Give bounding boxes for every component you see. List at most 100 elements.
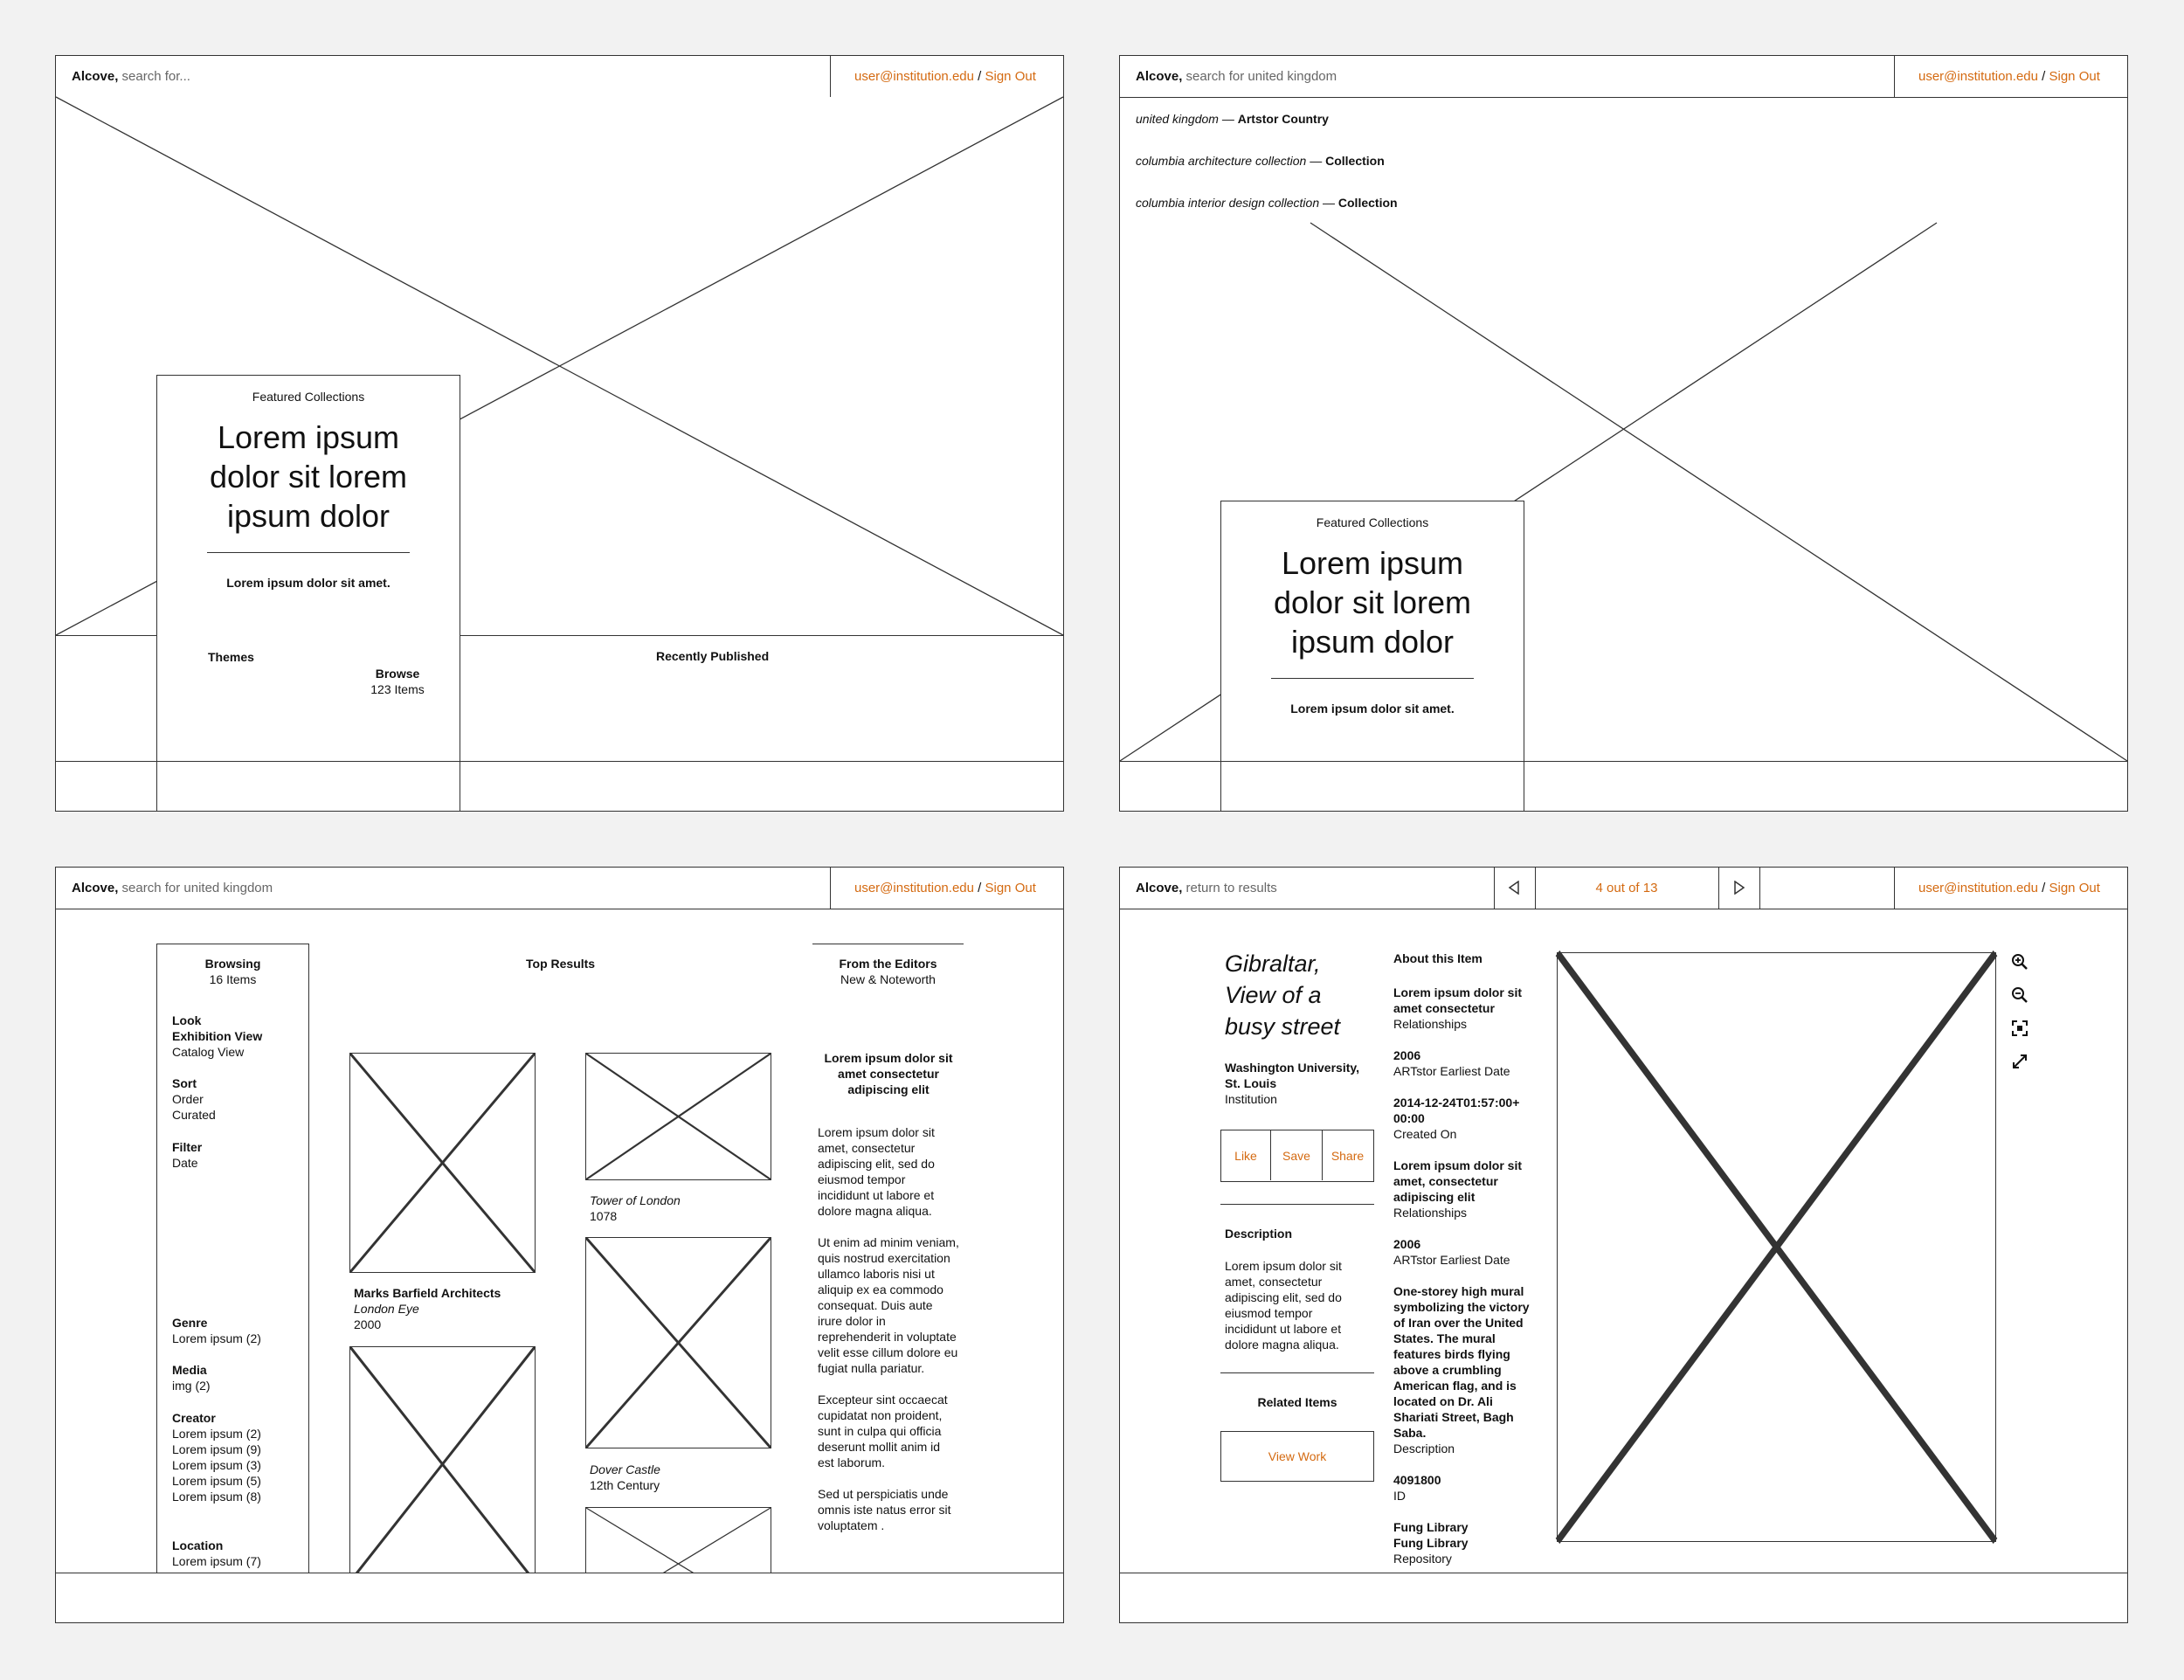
- next-button[interactable]: [1718, 868, 1759, 909]
- suggestion-item[interactable]: united kingdom — Artstor Country: [1136, 111, 1329, 127]
- brand: Alcove,: [1136, 69, 1183, 84]
- filter-option[interactable]: Date: [172, 1155, 202, 1171]
- sort-group: Sort Order Curated: [172, 1075, 216, 1123]
- suggestion-item[interactable]: columbia architecture collection — Colle…: [1136, 153, 1385, 169]
- genre-group: Genre Lorem ipsum (2): [172, 1315, 261, 1346]
- prev-button[interactable]: [1494, 868, 1535, 909]
- genre-option[interactable]: Lorem ipsum (2): [172, 1331, 261, 1346]
- recently-published[interactable]: Recently Published: [656, 648, 769, 664]
- signout-link[interactable]: Sign Out: [2049, 69, 2100, 84]
- signout-link[interactable]: Sign Out: [2049, 881, 2100, 895]
- save-button[interactable]: Save: [1271, 1130, 1323, 1180]
- field-value: One-storey high mural symbolizing the vi…: [1393, 1284, 1530, 1440]
- creator-option[interactable]: Lorem ipsum (5): [172, 1473, 261, 1489]
- browse-link[interactable]: Browse 123 Items: [358, 666, 437, 697]
- result-date: 2000: [354, 1317, 382, 1331]
- field-value: 2006: [1393, 1237, 1421, 1251]
- suggestion-dash: —: [1310, 154, 1323, 168]
- account: user@institution.edu / Sign Out: [854, 881, 1036, 896]
- genre-heading: Genre: [172, 1316, 208, 1330]
- user-link[interactable]: user@institution.edu: [1918, 881, 2038, 895]
- themes-link[interactable]: Themes: [208, 649, 254, 665]
- search-bar[interactable]: Alcove, search for united kingdom: [1136, 69, 1337, 85]
- creator-option[interactable]: Lorem ipsum (2): [172, 1426, 261, 1441]
- return-link[interactable]: return to results: [1186, 881, 1277, 895]
- result-image-placeholder[interactable]: [349, 1345, 536, 1583]
- featured-subtitle: Lorem ipsum dolor sit amet.: [1290, 702, 1455, 716]
- fit-screen-icon[interactable]: [2011, 1020, 2028, 1037]
- result-caption[interactable]: Dover Castle 12th Century: [590, 1462, 660, 1493]
- user-link[interactable]: user@institution.edu: [1918, 69, 2038, 84]
- user-link[interactable]: user@institution.edu: [854, 881, 974, 895]
- metadata-list: Lorem ipsum dolor sit amet consectetur Re…: [1393, 985, 1533, 1566]
- search-input[interactable]: search for...: [122, 69, 190, 84]
- look-option[interactable]: Exhibition View: [172, 1028, 262, 1044]
- result-title: Dover Castle: [590, 1462, 660, 1476]
- metadata-field: Lorem ipsum dolor sit amet consectetur Re…: [1393, 985, 1533, 1032]
- suggestion-type: Artstor Country: [1237, 112, 1329, 126]
- view-work-button[interactable]: View Work: [1220, 1431, 1374, 1482]
- divider: [1894, 868, 1895, 909]
- zoom-out-icon[interactable]: [2011, 986, 2028, 1004]
- result-caption[interactable]: Tower of London 1078: [590, 1193, 681, 1224]
- browsing-header: Browsing 16 Items: [157, 956, 308, 987]
- suggestion-type: Collection: [1337, 196, 1398, 210]
- user-link[interactable]: user@institution.edu: [854, 69, 974, 84]
- result-image-placeholder[interactable]: [349, 1052, 536, 1274]
- look-option[interactable]: Catalog View: [172, 1044, 262, 1060]
- editors-paragraph: Sed ut perspiciatis unde omnis iste natu…: [818, 1487, 951, 1532]
- creator-option[interactable]: Lorem ipsum (8): [172, 1489, 261, 1504]
- separator: /: [2042, 881, 2046, 895]
- field-label: Description: [1393, 1441, 1455, 1455]
- field-label: ARTstor Earliest Date: [1393, 1064, 1510, 1078]
- suggestion-item[interactable]: columbia interior design collection — Co…: [1136, 195, 1398, 211]
- featured-card[interactable]: Featured Collections Lorem ipsum dolor s…: [1220, 501, 1524, 811]
- divider: [1894, 56, 1895, 97]
- signout-link[interactable]: Sign Out: [985, 69, 1036, 84]
- editors-heading[interactable]: Lorem ipsum dolor sit amet consectetur a…: [818, 1050, 959, 1097]
- search-input[interactable]: search for united kingdom: [122, 881, 273, 895]
- creator-option[interactable]: Lorem ipsum (3): [172, 1457, 261, 1473]
- rule: [1220, 1204, 1374, 1205]
- editors-subtitle: New & Noteworth: [840, 972, 936, 986]
- zoom-in-icon[interactable]: [2011, 953, 2028, 971]
- item-image-placeholder[interactable]: [1555, 950, 1998, 1545]
- browse-label: Browse: [375, 667, 420, 681]
- location-group: Location Lorem ipsum (7): [172, 1538, 261, 1569]
- editors-title: From the Editors: [839, 957, 937, 971]
- location-option[interactable]: Lorem ipsum (7): [172, 1553, 261, 1569]
- browsing-label: Browsing: [204, 957, 261, 971]
- sort-option[interactable]: Order: [172, 1091, 216, 1107]
- search-bar[interactable]: Alcove, search for united kingdom: [72, 881, 273, 896]
- field-value: 2014-12-24T01:57:00+ 00:00: [1393, 1096, 1520, 1125]
- search-bar[interactable]: Alcove, search for...: [72, 69, 190, 85]
- field-value: Fung Library Fung Library: [1393, 1520, 1469, 1550]
- fullscreen-icon[interactable]: [2011, 1053, 2028, 1070]
- featured-title: Lorem ipsum dolor sit lorem ipsum dolor: [209, 419, 408, 534]
- suggestion-dash: —: [1221, 112, 1234, 126]
- featured-card[interactable]: Featured Collections Lorem ipsum dolor s…: [156, 375, 460, 811]
- search-input[interactable]: search for united kingdom: [1186, 69, 1337, 84]
- brand: Alcove,: [72, 69, 119, 84]
- metadata-field: One-storey high mural symbolizing the vi…: [1393, 1283, 1533, 1456]
- editors-header: From the Editors New & Noteworth: [812, 956, 964, 987]
- share-button[interactable]: Share: [1323, 1130, 1372, 1180]
- suggestion-dash: —: [1323, 196, 1335, 210]
- result-image-placeholder[interactable]: [585, 1236, 771, 1449]
- look-group: Look Exhibition View Catalog View: [172, 1013, 262, 1060]
- result-date: 12th Century: [590, 1478, 660, 1492]
- creator-option[interactable]: Lorem ipsum (9): [172, 1441, 261, 1457]
- media-option[interactable]: img (2): [172, 1378, 211, 1393]
- filter-sidebar: Browsing 16 Items Look Exhibition View C…: [156, 944, 309, 1573]
- result-caption[interactable]: Marks Barfield Architects London Eye 200…: [354, 1285, 501, 1332]
- result-image-placeholder[interactable]: [585, 1053, 771, 1180]
- return-bar[interactable]: Alcove, return to results: [1136, 881, 1277, 896]
- featured-subtitle: Lorem ipsum dolor sit amet.: [226, 576, 390, 590]
- header-divider: [1120, 97, 2127, 98]
- sort-heading: Sort: [172, 1076, 197, 1090]
- like-button[interactable]: Like: [1221, 1130, 1271, 1180]
- featured-rule: [207, 552, 410, 553]
- institution-name: Washington University, St. Louis: [1225, 1061, 1360, 1090]
- signout-link[interactable]: Sign Out: [985, 881, 1036, 895]
- sort-option[interactable]: Curated: [172, 1107, 216, 1123]
